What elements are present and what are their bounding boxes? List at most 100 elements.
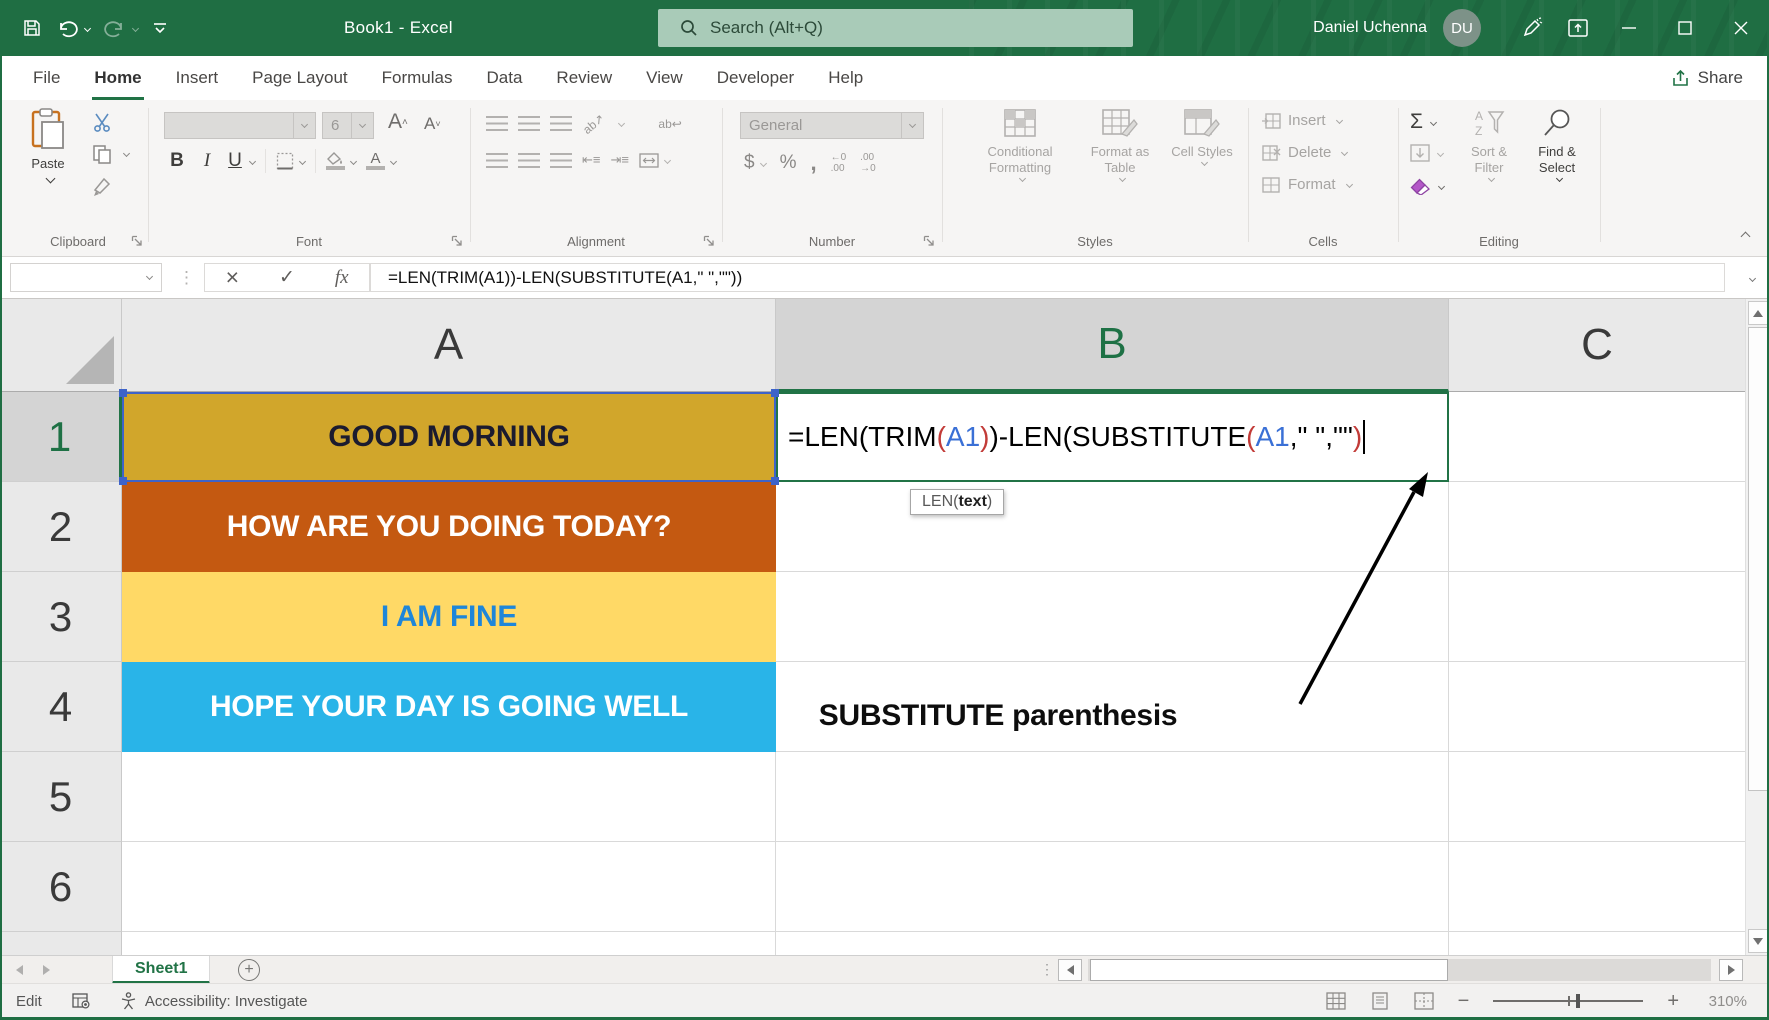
grow-font-button[interactable]: A˄ [388, 110, 408, 134]
clear-dropdown-chevron[interactable] [1438, 183, 1445, 190]
row-header-6[interactable]: 6 [0, 842, 122, 932]
column-header-c[interactable]: C [1449, 299, 1745, 392]
tab-review[interactable]: Review [539, 56, 629, 100]
tab-file[interactable]: File [16, 56, 77, 100]
undo-button[interactable] [56, 18, 90, 38]
feedback-button[interactable] [1509, 0, 1555, 56]
find-select-chevron[interactable] [1555, 175, 1562, 182]
scroll-up-button[interactable] [1748, 301, 1768, 325]
macro-record-button[interactable] [72, 993, 90, 1009]
autosum-button[interactable]: Σ [1410, 110, 1423, 134]
share-button[interactable]: Share [1671, 56, 1743, 100]
page-layout-view-button[interactable] [1370, 992, 1390, 1010]
reference-handle-top-right[interactable] [771, 389, 779, 397]
previous-sheet-button[interactable] [16, 965, 23, 975]
underline-button[interactable]: U [226, 150, 244, 172]
find-select-label: Find & Select [1526, 144, 1588, 176]
zoom-level[interactable]: 310% [1703, 993, 1747, 1010]
cell-a2[interactable]: HOW ARE YOU DOING TODAY? [122, 482, 776, 572]
accessibility-status[interactable]: Accessibility: Investigate [120, 992, 308, 1010]
font-size-dropdown[interactable] [351, 113, 373, 138]
reference-handle-top-left[interactable] [119, 389, 127, 397]
tab-page-layout[interactable]: Page Layout [235, 56, 364, 100]
borders-button[interactable] [276, 152, 294, 170]
row-header-2[interactable]: 2 [0, 482, 122, 572]
reference-handle-bottom-left[interactable] [119, 477, 127, 485]
font-dialog-launcher[interactable] [451, 235, 463, 247]
zoom-in-button[interactable]: + [1667, 990, 1679, 1013]
italic-button[interactable]: I [198, 150, 216, 172]
formula-bar-expand-chevron[interactable] [1746, 271, 1755, 289]
row-header-4[interactable]: 4 [0, 662, 122, 752]
formula-bar-resize-handle[interactable]: ⋮ [178, 265, 195, 291]
number-dialog-launcher[interactable] [923, 235, 935, 247]
tab-help[interactable]: Help [811, 56, 880, 100]
name-box[interactable] [10, 263, 162, 292]
name-box-dropdown[interactable] [137, 264, 161, 291]
tab-developer[interactable]: Developer [700, 56, 812, 100]
insert-function-button[interactable]: fx [314, 264, 369, 291]
undo-dropdown-chevron[interactable] [84, 24, 91, 31]
scroll-left-button[interactable] [1058, 959, 1082, 981]
page-break-preview-button[interactable] [1414, 992, 1434, 1010]
ribbon-display-options-button[interactable] [1555, 0, 1601, 56]
sheet-tab-sheet1[interactable]: Sheet1 [112, 956, 210, 984]
cell-b1-formula-edit[interactable]: =LEN(TRIM(A1))-LEN(SUBSTITUTE(A1," ","") [776, 392, 1449, 482]
font-size-combobox[interactable]: 6 [322, 112, 374, 139]
font-name-combobox[interactable] [164, 112, 316, 139]
cell-a1[interactable]: GOOD MORNING [122, 392, 776, 482]
maximize-button[interactable] [1657, 0, 1713, 56]
cancel-button[interactable]: × [205, 264, 260, 291]
select-all-corner[interactable] [0, 299, 122, 392]
paste-dropdown-chevron[interactable] [45, 174, 55, 184]
user-name[interactable]: Daniel Uchenna [1313, 19, 1427, 37]
tab-formulas[interactable]: Formulas [365, 56, 470, 100]
formula-input[interactable]: =LEN(TRIM(A1))-LEN(SUBSTITUTE(A1," ","")… [370, 263, 1725, 292]
zoom-slider[interactable] [1493, 1000, 1643, 1002]
clipboard-dialog-launcher[interactable] [131, 235, 143, 247]
column-header-b[interactable]: B [776, 299, 1449, 392]
paste-button[interactable]: Paste [18, 108, 78, 182]
horizontal-scroll-track[interactable] [1088, 959, 1711, 981]
bold-button[interactable]: B [166, 150, 188, 172]
tab-home[interactable]: Home [77, 56, 158, 100]
scroll-down-button[interactable] [1748, 929, 1768, 953]
scroll-right-button[interactable] [1719, 959, 1743, 981]
next-sheet-button[interactable] [43, 965, 50, 975]
vertical-scroll-thumb[interactable] [1748, 327, 1768, 791]
zoom-slider-thumb[interactable] [1576, 994, 1580, 1008]
row-header-1[interactable]: 1 [0, 392, 122, 482]
autosum-dropdown-chevron[interactable] [1430, 118, 1437, 125]
enter-button[interactable]: ✓ [260, 264, 315, 291]
alignment-dialog-launcher[interactable] [703, 235, 715, 247]
align-middle-icon [518, 116, 540, 131]
row-header-7-partial[interactable] [0, 932, 122, 955]
zoom-out-button[interactable]: − [1458, 990, 1470, 1013]
column-header-a[interactable]: A [122, 299, 776, 392]
customize-quick-access-button[interactable] [152, 21, 168, 35]
row-header-3[interactable]: 3 [0, 572, 122, 662]
font-name-dropdown[interactable] [293, 113, 315, 138]
vertical-scrollbar[interactable] [1745, 299, 1769, 955]
collapse-ribbon-chevron[interactable] [1741, 232, 1751, 242]
tab-view[interactable]: View [629, 56, 700, 100]
new-sheet-button[interactable]: + [238, 959, 260, 981]
borders-dropdown-chevron[interactable] [299, 157, 306, 164]
avatar[interactable]: DU [1443, 9, 1481, 47]
shrink-font-button[interactable]: A˅ [424, 114, 441, 134]
find-select-button[interactable]: Find & Select [1526, 108, 1588, 181]
search-box[interactable]: Search (Alt+Q) [658, 9, 1133, 47]
cell-a4[interactable]: HOPE YOUR DAY IS GOING WELL [122, 662, 776, 752]
row-header-5[interactable]: 5 [0, 752, 122, 842]
horizontal-scrollbar[interactable]: ⋮⋮ [1040, 956, 1745, 984]
close-button[interactable] [1713, 0, 1769, 56]
underline-dropdown-chevron[interactable] [249, 157, 256, 164]
save-button[interactable] [22, 18, 42, 38]
horizontal-scroll-thumb[interactable] [1090, 959, 1448, 981]
tab-insert[interactable]: Insert [159, 56, 236, 100]
reference-handle-bottom-right[interactable] [771, 477, 779, 485]
tab-data[interactable]: Data [470, 56, 540, 100]
minimize-button[interactable] [1601, 0, 1657, 56]
cell-a3[interactable]: I AM FINE [122, 572, 776, 662]
normal-view-button[interactable] [1326, 992, 1346, 1010]
